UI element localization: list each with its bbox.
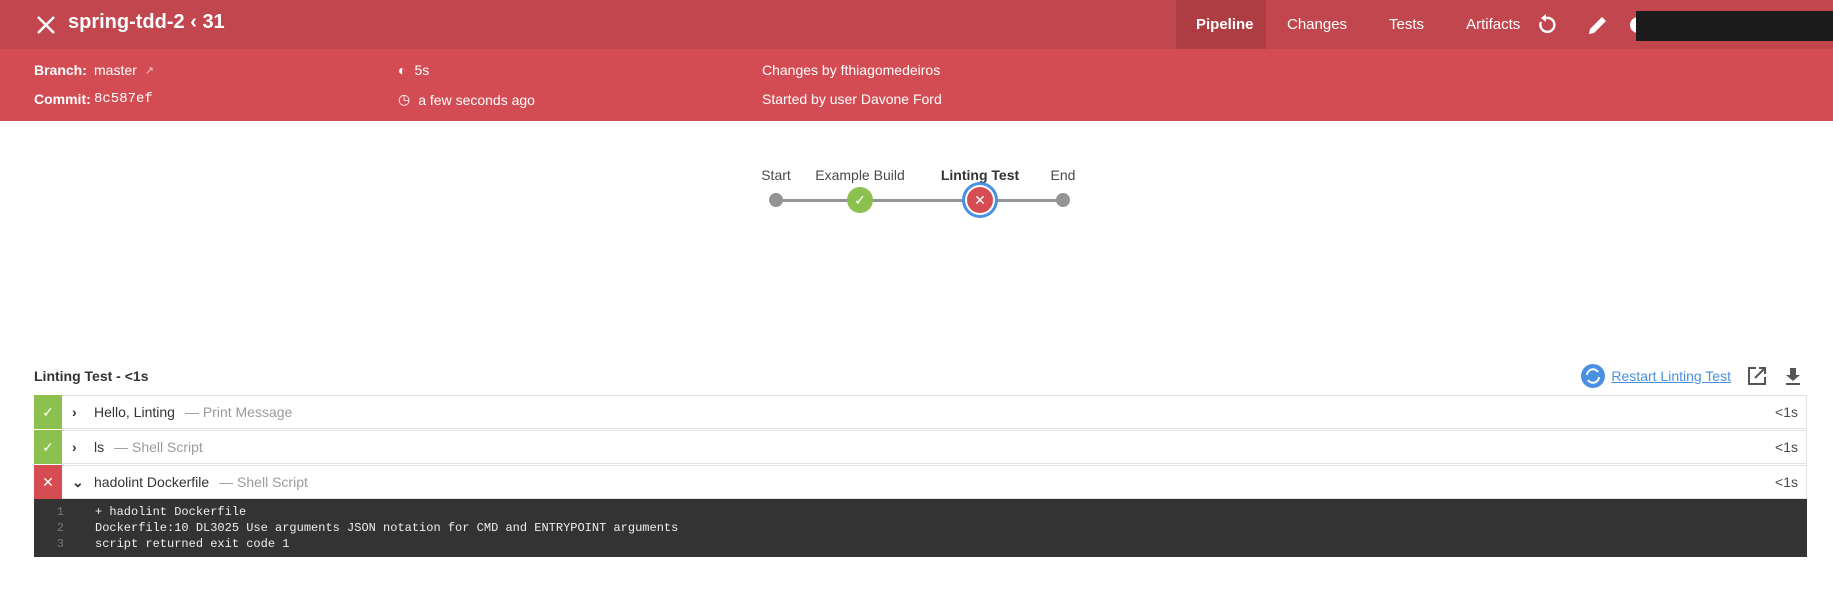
external-link-icon[interactable]: ↗ bbox=[145, 64, 154, 77]
open-external-icon[interactable] bbox=[1747, 366, 1767, 386]
restart-icon bbox=[1581, 364, 1606, 388]
tab-artifacts[interactable]: Artifacts bbox=[1445, 0, 1541, 49]
duration-icon: ◐ bbox=[398, 62, 407, 78]
step-name: hadolint Dockerfile bbox=[94, 474, 210, 490]
download-icon[interactable] bbox=[1783, 366, 1803, 386]
rerun-icon[interactable] bbox=[1534, 13, 1558, 37]
log-line: 2 Dockerfile:10 DL3025 Use arguments JSON… bbox=[56, 521, 679, 535]
changes-by: Changes by fthiagomedeiros bbox=[762, 62, 941, 78]
stage-label-start: Start bbox=[761, 167, 791, 183]
stage-label-example-build: Example Build bbox=[815, 167, 905, 183]
branch-link[interactable]: master bbox=[94, 62, 137, 78]
step-duration: <1s bbox=[1775, 439, 1798, 455]
step-duration: <1s bbox=[1775, 404, 1798, 420]
stage-label-end: End bbox=[1050, 167, 1076, 183]
stage-label-linting-test: Linting Test bbox=[940, 167, 1020, 183]
redacted-area bbox=[1636, 11, 1833, 41]
step-row[interactable]: ✕ ⌄ hadolint Dockerfile — Shell Script <… bbox=[34, 465, 1807, 499]
chevron-right-icon[interactable]: › bbox=[72, 439, 88, 455]
tab-changes[interactable]: Changes bbox=[1266, 0, 1368, 49]
run-info: Branch: master ↗ Commit: 8c587ef ◐ 5s ◷ a few… bbox=[0, 49, 1833, 121]
step-name: ls bbox=[94, 439, 105, 455]
tab-pipeline[interactable]: Pipeline bbox=[1176, 0, 1266, 49]
clock-icon: ◷ bbox=[398, 91, 411, 107]
close-icon[interactable] bbox=[34, 13, 58, 37]
step-desc: — Shell Script bbox=[114, 439, 203, 455]
success-icon: ✓ bbox=[34, 395, 62, 429]
started-time: a few seconds ago bbox=[418, 91, 535, 108]
stage-title: Linting Test - <1s bbox=[34, 368, 149, 384]
log-line: 3 script returned exit code 1 bbox=[56, 537, 290, 551]
step-desc: — Print Message bbox=[184, 404, 293, 420]
step-desc: — Shell Script bbox=[219, 474, 308, 490]
duration: 5s bbox=[414, 62, 430, 78]
run-number: 31 bbox=[202, 11, 225, 33]
restart-stage-button[interactable]: Restart Linting Test bbox=[1581, 364, 1731, 388]
top-bar: spring-tdd-2 ‹ 31 Pipeline Changes Tests… bbox=[0, 0, 1833, 49]
step-row[interactable]: ✓ › ls — Shell Script <1s bbox=[34, 430, 1807, 464]
success-icon: ✓ bbox=[34, 430, 62, 464]
step-list: ✓ › Hello, Linting — Print Message <1s ✓… bbox=[34, 395, 1807, 500]
commit-hash: 8c587ef bbox=[94, 91, 153, 107]
failure-icon: ✕ bbox=[34, 465, 62, 499]
stage-actions: Restart Linting Test bbox=[1581, 364, 1803, 388]
log-line: 1 + hadolint Dockerfile bbox=[56, 505, 247, 519]
step-duration: <1s bbox=[1775, 474, 1798, 490]
pipeline-line bbox=[776, 199, 1064, 202]
cause: Started by user Davone Ford bbox=[762, 91, 942, 107]
stage-linting-test-failure-icon[interactable]: ✕ bbox=[967, 187, 993, 213]
pipeline-graph: Start Example Build Linting Test End ✓ ✕ bbox=[0, 160, 1833, 230]
log-output: 1 + hadolint Dockerfile 2 Dockerfile:10 DL… bbox=[34, 499, 1807, 557]
stage-start-node bbox=[769, 193, 783, 207]
stage-example-build-success-icon[interactable]: ✓ bbox=[847, 187, 873, 213]
step-name: Hello, Linting bbox=[94, 404, 175, 420]
tab-bar: Pipeline Changes Tests Artifacts bbox=[1176, 0, 1541, 49]
tab-tests[interactable]: Tests bbox=[1368, 0, 1445, 49]
chevron-right-icon[interactable]: › bbox=[72, 404, 88, 420]
step-row[interactable]: ✓ › Hello, Linting — Print Message <1s bbox=[34, 395, 1807, 429]
edit-icon[interactable] bbox=[1586, 13, 1610, 37]
stage-end-node bbox=[1056, 193, 1070, 207]
chevron-down-icon[interactable]: ⌄ bbox=[72, 474, 88, 491]
page-title: spring-tdd-2 ‹ 31 bbox=[68, 11, 225, 33]
